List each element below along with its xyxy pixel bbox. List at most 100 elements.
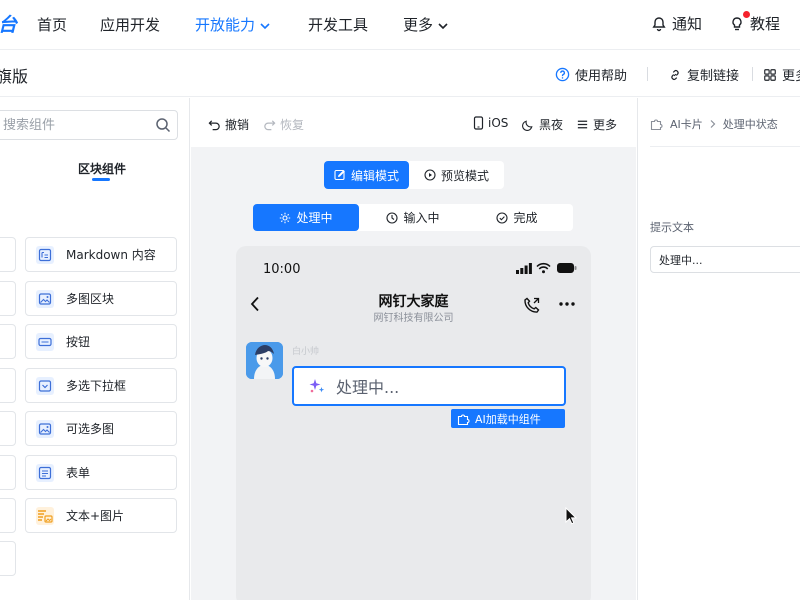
search-icon[interactable]	[155, 117, 171, 133]
dropdown-icon	[36, 376, 54, 395]
help-button[interactable]: 使用帮助	[555, 65, 627, 84]
redo-label: 恢复	[280, 118, 305, 132]
nav-item-app-dev[interactable]: 应用开发	[100, 14, 160, 35]
component-card-partial[interactable]	[0, 324, 16, 359]
nav-item-home[interactable]: 首页	[37, 14, 67, 35]
menu-icon	[576, 118, 589, 131]
ios-preview-button[interactable]: iOS	[473, 116, 508, 130]
undo-label: 撤销	[225, 118, 250, 132]
component-library-panel: 区块组件 Markdown 内容 多图区块 按钮 多选下拉框 可选多图 表单 文…	[0, 98, 190, 600]
breadcrumb-root[interactable]: AI卡片	[670, 116, 703, 132]
state-typing-button[interactable]: 输入中	[363, 204, 463, 231]
editor-subheader: 旗版 使用帮助 复制链接 更多	[0, 51, 800, 97]
redo-button[interactable]: 恢复	[263, 116, 304, 133]
component-card-form[interactable]: 表单	[25, 455, 177, 490]
page-title: 旗版	[0, 67, 29, 86]
component-card-partial[interactable]	[0, 455, 16, 490]
component-label: 表单	[66, 466, 91, 480]
component-card-partial[interactable]	[0, 541, 16, 576]
component-card-partial[interactable]	[0, 368, 16, 403]
gear-icon	[279, 212, 291, 224]
image-icon	[36, 419, 54, 438]
phone-icon	[473, 116, 484, 130]
component-label: Markdown 内容	[66, 248, 156, 262]
ios-label: iOS	[488, 116, 509, 130]
form-icon	[36, 463, 54, 482]
prompt-text-label: 提示文本	[650, 221, 694, 234]
nav-item-dev-tools[interactable]: 开发工具	[308, 14, 368, 35]
component-label: 按钮	[66, 335, 91, 349]
nav-item-label: 开放能力	[195, 16, 256, 34]
notification-button[interactable]: 通知	[651, 13, 702, 34]
prompt-text-field	[650, 246, 800, 273]
tutorial-button[interactable]: 教程	[729, 13, 780, 34]
notification-label: 通知	[672, 15, 703, 33]
brand-logo-fragment[interactable]: 台	[0, 10, 17, 37]
phone-call-icon[interactable]	[523, 296, 541, 314]
prompt-text-input[interactable]	[651, 247, 791, 272]
edit-mode-button[interactable]: 编辑模式	[324, 161, 410, 189]
message-text: 处理中...	[336, 378, 400, 397]
component-card-multi-image[interactable]: 多图区块	[25, 281, 177, 316]
component-card-partial[interactable]	[0, 237, 16, 272]
markdown-icon	[36, 245, 54, 264]
puzzle-icon	[457, 413, 471, 425]
nav-item-more[interactable]: 更多	[403, 14, 449, 35]
component-card-partial[interactable]	[0, 498, 16, 533]
more-options-button[interactable]: 更多	[576, 116, 617, 133]
edit-icon	[334, 169, 346, 181]
ai-loading-component-tag[interactable]: AI加载中组件	[451, 409, 565, 428]
divider	[647, 67, 648, 81]
component-label: 可选多图	[66, 422, 115, 436]
mode-switch: 编辑模式 预览模式	[324, 161, 504, 189]
more-label: 更多	[593, 118, 618, 132]
sender-name: 白小帅	[292, 347, 320, 357]
preview-mode-button[interactable]: 预览模式	[414, 161, 499, 189]
state-label: 完成	[513, 211, 538, 225]
dark-label: 黑夜	[539, 118, 564, 132]
phone-preview: 10:00 网钉大家庭 网钉科技有限公司 白小帅 处理中... AI加载中组件	[236, 246, 591, 600]
component-card-partial[interactable]	[0, 411, 16, 446]
more-label: 更多	[782, 69, 800, 84]
button-icon	[36, 332, 54, 351]
more-apps-button[interactable]: 更多	[763, 65, 800, 84]
chevron-down-icon	[437, 20, 449, 32]
ai-message-card[interactable]: 处理中...	[292, 366, 566, 406]
chevron-down-icon	[259, 20, 271, 32]
undo-icon	[208, 118, 221, 131]
chevron-right-icon	[709, 119, 717, 129]
play-icon	[424, 169, 436, 181]
signal-icon	[516, 263, 532, 274]
nav-item-open-capability[interactable]: 开放能力	[195, 14, 271, 35]
component-card-button[interactable]: 按钮	[25, 324, 177, 359]
state-label: 处理中	[296, 211, 333, 225]
avatar	[246, 342, 283, 379]
dark-mode-button[interactable]: 黑夜	[522, 116, 563, 133]
divider	[650, 146, 800, 147]
properties-panel: AI卡片 处理中状态 提示文本	[637, 98, 800, 600]
text-image-icon	[36, 506, 54, 525]
component-card-markdown[interactable]: Markdown 内容	[25, 237, 177, 272]
more-dots-icon[interactable]	[559, 302, 575, 306]
grid-icon	[763, 68, 777, 82]
moon-icon	[522, 118, 535, 131]
check-circle-icon	[496, 211, 509, 224]
state-processing-button[interactable]: 处理中	[253, 204, 359, 231]
edit-mode-label: 编辑模式	[351, 168, 400, 183]
component-card-text-image[interactable]: 文本+图片	[25, 498, 177, 533]
state-done-button[interactable]: 完成	[467, 204, 567, 231]
tab-block-components[interactable]: 区块组件	[78, 160, 126, 177]
component-card-selectable-images[interactable]: 可选多图	[25, 411, 177, 446]
wifi-icon	[536, 262, 551, 274]
battery-icon	[557, 263, 577, 273]
nav-item-label: 更多	[403, 16, 434, 34]
component-card-partial[interactable]	[0, 281, 16, 316]
redo-icon	[263, 118, 276, 131]
undo-button[interactable]: 撤销	[208, 116, 249, 133]
component-card-multi-select[interactable]: 多选下拉框	[25, 368, 177, 403]
copy-link-button[interactable]: 复制链接	[668, 65, 739, 84]
link-icon	[668, 68, 682, 82]
top-navigation: 台 首页 应用开发 开放能力 开发工具 更多 通知 教程	[0, 0, 800, 50]
clock-icon	[386, 211, 399, 224]
search-input[interactable]	[0, 111, 141, 139]
